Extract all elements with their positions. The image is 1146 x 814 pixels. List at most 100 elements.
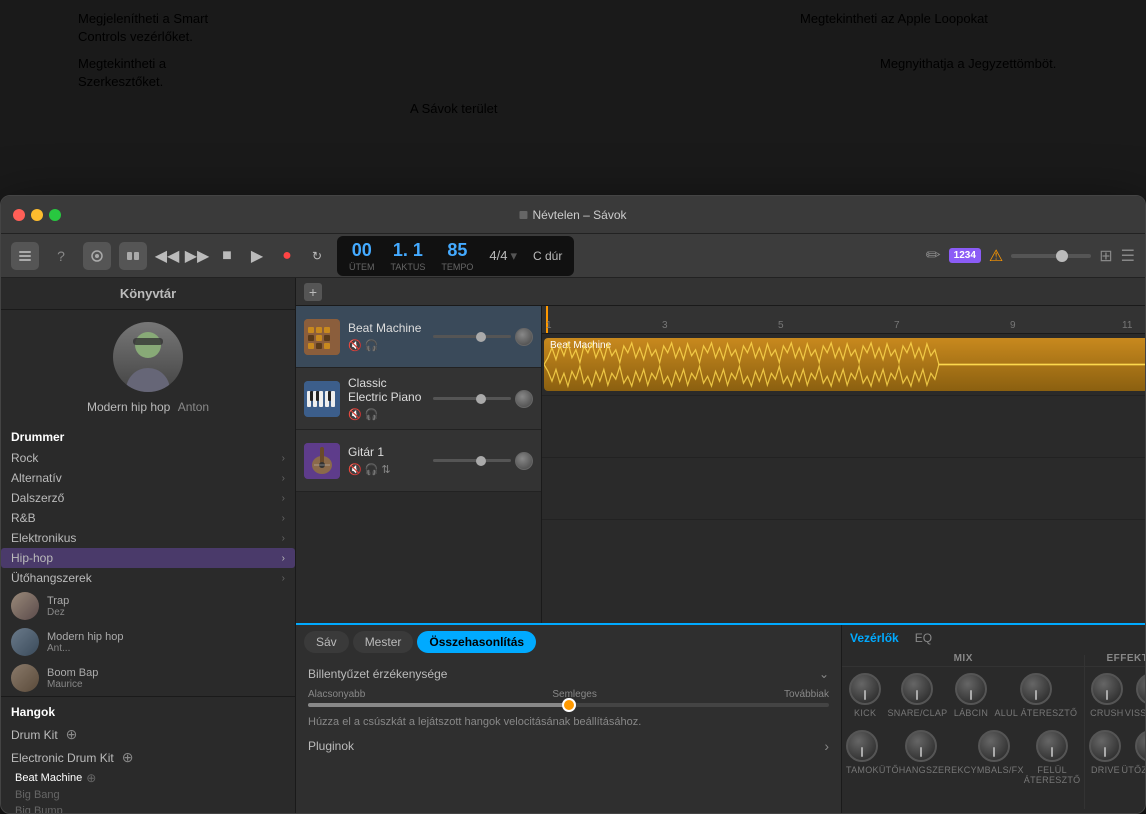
genre-item-utohangszerek[interactable]: Ütőhangszerek › [1, 568, 295, 588]
knob-kick-label: KICK [854, 708, 876, 718]
genre-item-dalszerzo[interactable]: Dalszerző › [1, 488, 295, 508]
knob-cymbalsfx-control[interactable] [978, 730, 1010, 762]
notepad-button[interactable]: ☰ [1121, 246, 1135, 266]
warning-icon: ⚠ [989, 246, 1003, 266]
tab-vezerlok[interactable]: Vezérlők [850, 631, 899, 645]
tempo-label: TEMPO [441, 262, 473, 272]
knob-crush-control[interactable] [1091, 673, 1123, 705]
drummer-trap[interactable]: Trap Dez [1, 588, 295, 624]
knob-alul-control[interactable] [1020, 673, 1052, 705]
knob-kick-control[interactable] [849, 673, 881, 705]
knob-visszhang: VISSZHANG [1125, 673, 1146, 718]
knob-drive-control[interactable] [1089, 730, 1121, 762]
drummer-hiphop[interactable]: Modern hip hop Ant... [1, 624, 295, 660]
knob-visszhang-control[interactable] [1136, 673, 1146, 705]
pencil-button[interactable]: ✏ [926, 245, 941, 266]
track-headers: Beat Machine 🔇 🎧 [296, 306, 542, 623]
loops-button[interactable]: ⊞ [1099, 246, 1112, 266]
smart-controls-left: Sáv Mester Összehasonlítás Billentyűzet … [296, 625, 842, 813]
genre-item-rnb[interactable]: R&B › [1, 508, 295, 528]
play-button[interactable]: ▶ [245, 244, 269, 268]
plugins-row[interactable]: Pluginok › [308, 738, 829, 754]
track-guitar[interactable]: Gitár 1 🔇 🎧 ⇅ [296, 430, 541, 492]
editors-button[interactable] [119, 242, 147, 270]
smart-controls-button[interactable] [83, 242, 111, 270]
waveform-tracks: Beat Machine // Will be rendered as stat… [542, 334, 1146, 623]
tab-eq[interactable]: EQ [915, 631, 932, 645]
waveform-row-guitar[interactable] [542, 458, 1146, 520]
title-dot-icon [519, 211, 527, 219]
library-header: Könyvtár [1, 278, 295, 310]
knob-utozengés-control[interactable] [1135, 730, 1146, 762]
waveform-row-beat-machine[interactable]: Beat Machine // Will be rendered as stat… [542, 334, 1146, 396]
key-display[interactable]: C dúr [533, 249, 562, 263]
sound-type-electronic-drumkit[interactable]: Electronic Drum Kit ⊕ [1, 746, 295, 769]
genre-item-rock[interactable]: Rock › [1, 448, 295, 468]
track-knob-piano[interactable] [515, 390, 533, 408]
mute-button-beat-machine[interactable]: 🔇 [348, 339, 362, 352]
cycle-button[interactable]: ↻ [305, 244, 329, 268]
help-button[interactable]: ? [47, 242, 75, 270]
knob-utozengés: ÜTŐZENGÉS [1121, 730, 1146, 775]
mute-button-piano[interactable]: 🔇 [348, 408, 362, 421]
library-toggle-button[interactable] [11, 242, 39, 270]
knob-tamok-control[interactable] [846, 730, 878, 762]
master-volume-slider[interactable] [1011, 254, 1091, 258]
knob-utozengés-label: ÜTŐZENGÉS [1121, 765, 1146, 775]
editors-callout: Megtekintheti a Szerkesztőket. [78, 55, 228, 91]
rewind-button[interactable]: ◀◀ [155, 244, 179, 268]
avatar [113, 322, 183, 392]
time-signature[interactable]: 4/4 ▾ [489, 248, 517, 264]
track-classic-piano[interactable]: Classic Electric Piano 🔇 🎧 [296, 368, 541, 430]
keyboard-sensitivity-row[interactable]: Billentyűzet érzékenysége ⌄ [308, 667, 829, 681]
fast-forward-button[interactable]: ▶▶ [185, 244, 209, 268]
fullscreen-button[interactable] [49, 209, 61, 221]
tracks-area-callout: A Sávok terület [410, 100, 497, 118]
stop-button[interactable]: ■ [215, 244, 239, 268]
tempo-value[interactable]: 85 [441, 240, 473, 261]
sound-big-bang[interactable]: Big Bang [1, 787, 295, 803]
add-track-button[interactable]: + [304, 283, 322, 301]
plugins-label: Pluginok [308, 739, 354, 753]
genre-item-hiphop[interactable]: Hip-hop › [1, 548, 295, 568]
track-beat-machine[interactable]: Beat Machine 🔇 🎧 [296, 306, 541, 368]
headphone-button-beat-machine[interactable]: 🎧 [365, 339, 379, 352]
extra-button-guitar[interactable]: ⇅ [381, 463, 390, 476]
close-button[interactable] [13, 209, 25, 221]
timeline-area: 1 3 5 7 9 11 13 [542, 306, 1146, 623]
sound-beat-machine[interactable]: Beat Machine ⊕ [1, 769, 295, 787]
track-knob-guitar[interactable] [515, 452, 533, 470]
knob-felul: FELÜL ÁTERESZTŐ [1024, 730, 1081, 785]
knob-snareclap-control[interactable] [901, 673, 933, 705]
genre-item-elektronikus[interactable]: Elektronikus › [1, 528, 295, 548]
waveform-row-piano[interactable] [542, 396, 1146, 458]
sensitivity-slider[interactable] [308, 703, 829, 707]
knob-felul-control[interactable] [1036, 730, 1068, 762]
headphone-button-guitar[interactable]: 🎧 [365, 463, 379, 476]
app-window: Névtelen – Sávok ? ◀◀ ▶▶ ■ ▶ ● ↻ 00 ÜTE [0, 195, 1146, 814]
record-button[interactable]: ● [275, 244, 299, 268]
sound-type-drumkit[interactable]: Drum Kit ⊕ [1, 723, 295, 746]
tab-sav[interactable]: Sáv [304, 631, 349, 653]
position-value: 00 [349, 240, 375, 261]
minimize-button[interactable] [31, 209, 43, 221]
genre-item-alternativ[interactable]: Alternatív › [1, 468, 295, 488]
fx-knobs-row2: DRIVE ÜTŐZENGÉS [1085, 724, 1146, 781]
ruler-mark-3: 3 [662, 320, 668, 331]
track-icon-beat-machine [304, 319, 340, 355]
tab-mester[interactable]: Mester [353, 631, 414, 653]
track-knob-beat-machine[interactable] [515, 328, 533, 346]
knob-labcin: LÁBCIN [954, 673, 988, 718]
mute-button-guitar[interactable]: 🔇 [348, 463, 362, 476]
knob-utohangszerek-control[interactable] [905, 730, 937, 762]
fx-knobs-row1: CRUSH VISSZHANG [1085, 667, 1146, 724]
sound-big-bump[interactable]: Big Bump [1, 803, 295, 814]
drummer-boombap[interactable]: Boom Bap Maurice [1, 660, 295, 696]
knob-labcin-label: LÁBCIN [954, 708, 988, 718]
library-name: Modern hip hop Anton [87, 400, 209, 420]
window-title: Névtelen – Sávok [519, 208, 626, 222]
headphone-button-piano[interactable]: 🎧 [365, 408, 379, 421]
tab-osszehasonlitas[interactable]: Összehasonlítás [417, 631, 536, 653]
knob-labcin-control[interactable] [955, 673, 987, 705]
track-controls-beat-machine: 🔇 🎧 [348, 339, 425, 352]
